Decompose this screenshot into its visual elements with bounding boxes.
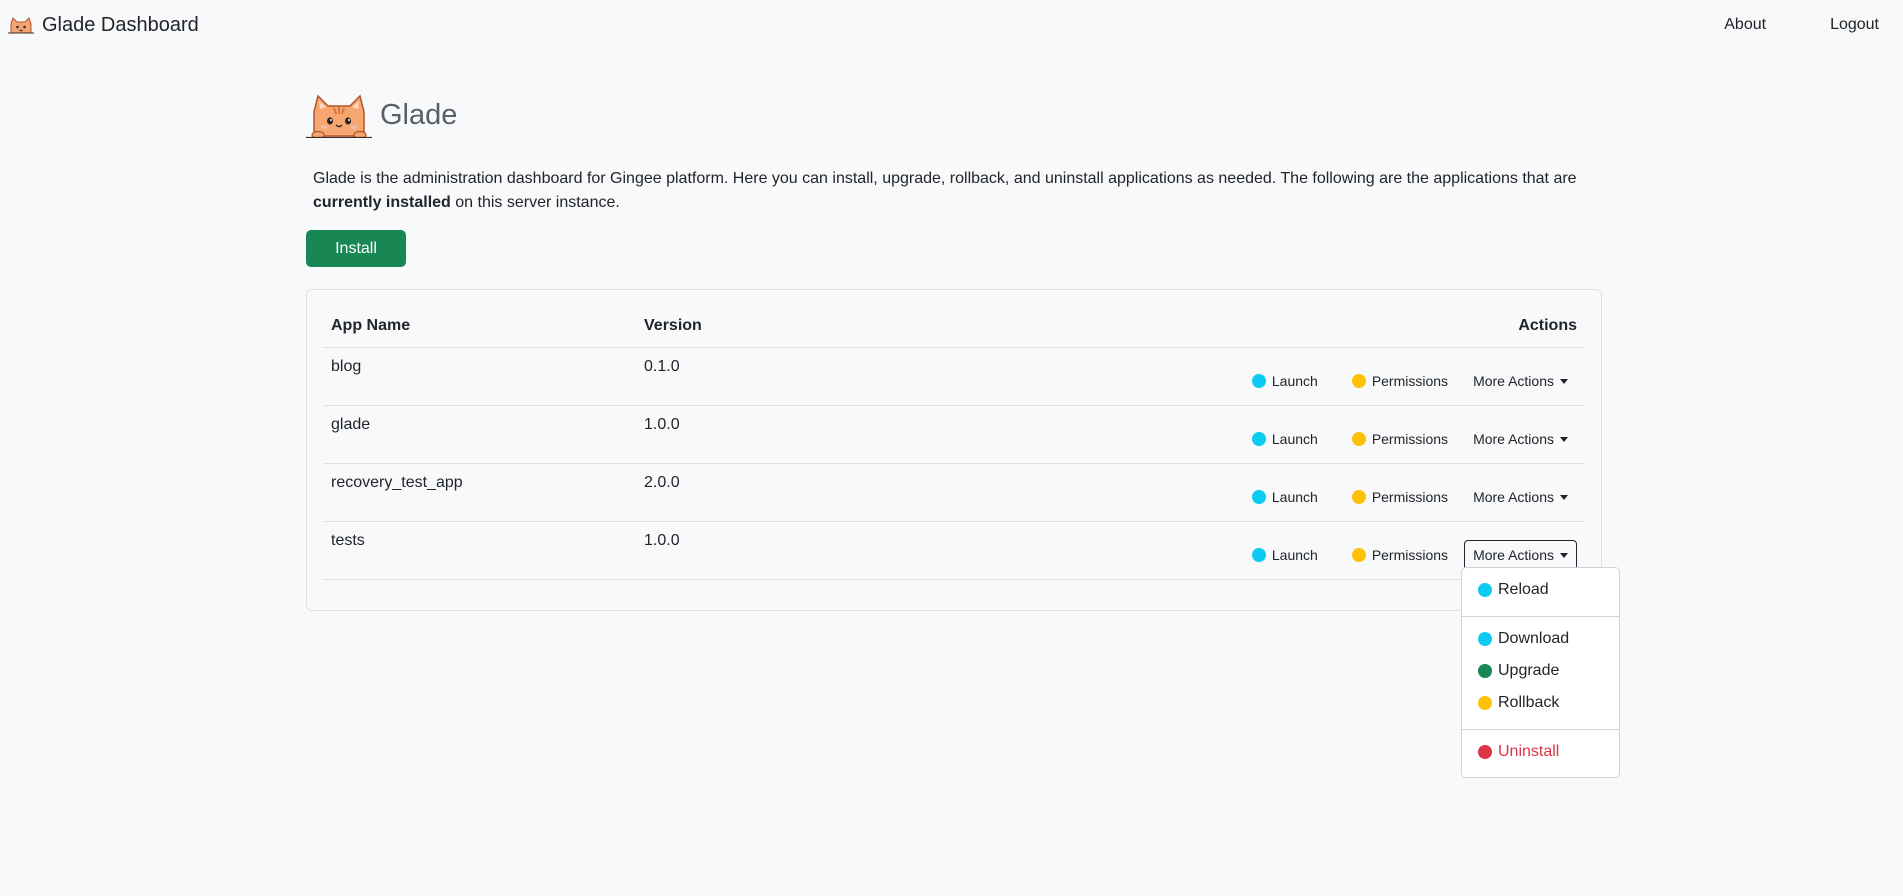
table-row: recovery_test_app 2.0.0 Launch Permissio… (323, 464, 1585, 522)
download-label: Download (1498, 630, 1570, 647)
rollback-label: Rollback (1498, 694, 1560, 711)
permissions-button[interactable]: Permissions (1344, 543, 1456, 567)
reload-label: Reload (1498, 581, 1549, 598)
rollback-dot-icon (1478, 696, 1492, 710)
app-name: tests (331, 532, 365, 549)
permissions-label: Permissions (1371, 431, 1449, 447)
more-actions-label: More Actions (1473, 373, 1554, 389)
permissions-label: Permissions (1371, 373, 1449, 389)
permissions-button[interactable]: Permissions (1344, 485, 1456, 509)
caret-down-icon (1560, 494, 1568, 500)
dropdown-item-rollback[interactable]: Rollback (1478, 694, 1559, 712)
uninstall-label: Uninstall (1498, 743, 1560, 760)
dropdown-divider (1462, 729, 1619, 730)
launch-dot-icon (1251, 374, 1266, 388)
row-actions: Launch Permissions More Actions (1244, 482, 1577, 512)
navbar: Glade Dashboard About Logout (0, 0, 1903, 50)
brand-title: Glade Dashboard (42, 13, 199, 36)
table-row: glade 1.0.0 Launch Permissions More Acti… (323, 406, 1585, 464)
apps-table: App Name Version Actions blog 0.1.0 Laun… (323, 305, 1585, 580)
page-title: Glade (380, 98, 458, 131)
launch-button[interactable]: Launch (1244, 543, 1326, 567)
more-actions-dropdown: Reload Download Upgrade Rollback Uninsta… (1461, 567, 1620, 778)
row-actions: Launch Permissions More Actions (1244, 540, 1577, 570)
cat-icon (8, 17, 34, 34)
download-dot-icon (1478, 632, 1492, 646)
table-row: blog 0.1.0 Launch Permissions More Actio… (323, 348, 1585, 406)
app-name: glade (331, 416, 371, 433)
launch-dot-icon (1251, 432, 1266, 446)
nav-links: About Logout (1724, 0, 1903, 50)
intro-bold-text: currently installed (313, 194, 451, 211)
upgrade-dot-icon (1478, 664, 1492, 678)
header-version: Version (644, 317, 702, 334)
launch-button[interactable]: Launch (1244, 485, 1326, 509)
cat-peeking-logo (306, 94, 372, 138)
permissions-dot-icon (1351, 548, 1366, 562)
launch-dot-icon (1251, 490, 1266, 504)
launch-button[interactable]: Launch (1244, 369, 1326, 393)
dropdown-item-reload[interactable]: Reload (1478, 581, 1549, 599)
dropdown-item-uninstall[interactable]: Uninstall (1478, 743, 1559, 761)
table-header: App Name Version Actions (323, 305, 1585, 348)
about-link[interactable]: About (1724, 16, 1766, 34)
app-version: 2.0.0 (644, 474, 680, 491)
brand-link[interactable]: Glade Dashboard (8, 14, 199, 37)
header-app-name: App Name (331, 317, 411, 334)
caret-down-icon (1560, 436, 1568, 442)
more-actions-button[interactable]: More Actions (1464, 424, 1577, 454)
row-actions: Launch Permissions More Actions (1244, 424, 1577, 454)
intro-text: Glade is the administration dashboard fo… (313, 170, 1577, 187)
app-version: 1.0.0 (644, 532, 680, 549)
permissions-dot-icon (1351, 374, 1366, 388)
more-actions-button[interactable]: More Actions (1464, 366, 1577, 396)
row-actions: Launch Permissions More Actions (1244, 366, 1577, 396)
more-actions-label: More Actions (1473, 547, 1554, 563)
caret-down-icon (1560, 378, 1568, 384)
permissions-label: Permissions (1371, 489, 1449, 505)
launch-button[interactable]: Launch (1244, 427, 1326, 451)
install-button[interactable]: Install (306, 230, 406, 267)
app-version: 1.0.0 (644, 416, 680, 433)
app-name: recovery_test_app (331, 474, 463, 491)
more-actions-label: More Actions (1473, 431, 1554, 447)
more-actions-label: More Actions (1473, 489, 1554, 505)
intro-text-end: on this server instance. (455, 194, 620, 211)
app-version: 0.1.0 (644, 358, 680, 375)
launch-dot-icon (1251, 548, 1266, 562)
intro-paragraph: Glade is the administration dashboard fo… (313, 167, 1613, 215)
dropdown-divider (1462, 616, 1619, 617)
upgrade-label: Upgrade (1498, 662, 1560, 679)
app-name: blog (331, 358, 362, 375)
launch-label: Launch (1271, 489, 1318, 505)
apps-card: App Name Version Actions blog 0.1.0 Laun… (306, 289, 1602, 611)
more-actions-button-open[interactable]: More Actions (1464, 540, 1577, 570)
permissions-button[interactable]: Permissions (1344, 369, 1456, 393)
table-row: tests 1.0.0 Launch Permissions More Acti… (323, 522, 1585, 580)
more-actions-button[interactable]: More Actions (1464, 482, 1577, 512)
launch-label: Launch (1271, 431, 1318, 447)
permissions-dot-icon (1351, 490, 1366, 504)
logout-link[interactable]: Logout (1830, 16, 1879, 34)
permissions-label: Permissions (1371, 547, 1449, 563)
header-actions: Actions (1518, 317, 1577, 334)
launch-label: Launch (1271, 373, 1318, 389)
permissions-dot-icon (1351, 432, 1366, 446)
page-header: Glade (306, 92, 457, 138)
reload-dot-icon (1478, 583, 1492, 597)
caret-down-icon (1560, 552, 1568, 558)
uninstall-dot-icon (1478, 745, 1492, 759)
permissions-button[interactable]: Permissions (1344, 427, 1456, 451)
dropdown-item-upgrade[interactable]: Upgrade (1478, 662, 1559, 680)
dropdown-item-download[interactable]: Download (1478, 630, 1569, 648)
launch-label: Launch (1271, 547, 1318, 563)
